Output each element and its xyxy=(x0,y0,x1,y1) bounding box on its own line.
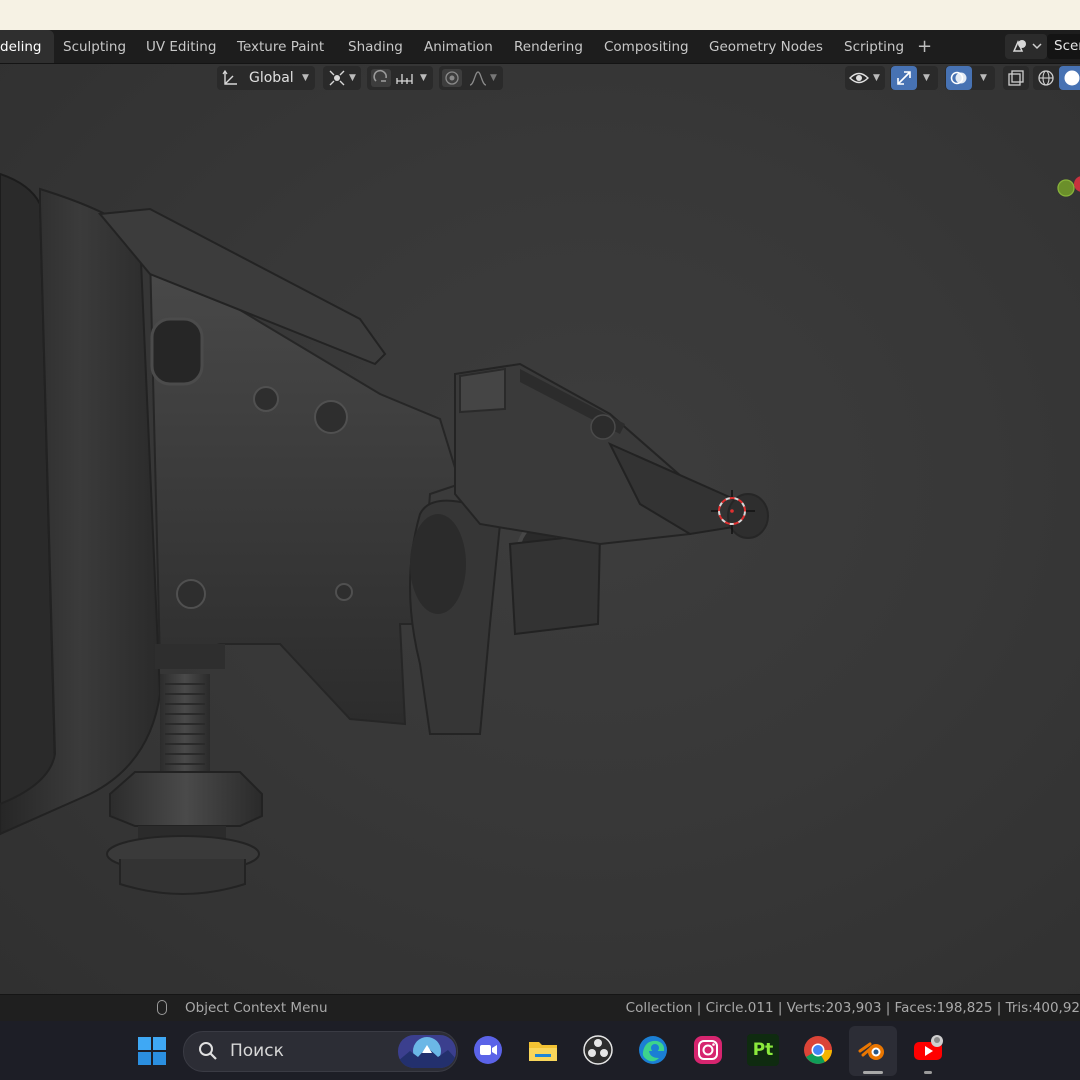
tab-texture-paint[interactable]: Texture Paint xyxy=(237,30,324,63)
file-explorer-icon[interactable] xyxy=(527,1034,559,1066)
scene-name-field[interactable]: Scen xyxy=(1047,34,1080,59)
rifle-3d-model[interactable] xyxy=(0,64,1080,994)
tab-geometry-nodes[interactable]: Geometry Nodes xyxy=(709,30,823,63)
running-indicator xyxy=(924,1071,932,1074)
scene-selector-button[interactable] xyxy=(1005,34,1047,59)
scene-icon xyxy=(1012,40,1042,52)
windows-taskbar: Поиск Pt xyxy=(0,1021,1080,1080)
add-workspace-button[interactable]: + xyxy=(917,30,932,64)
search-placeholder: Поиск xyxy=(230,1041,284,1061)
tab-shading[interactable]: Shading xyxy=(348,30,403,63)
mouse-right-click-icon xyxy=(157,1000,167,1015)
obs-studio-icon[interactable] xyxy=(582,1034,614,1066)
search-highlight-image xyxy=(398,1035,456,1068)
tab-scripting[interactable]: Scripting xyxy=(844,30,904,63)
taskbar-search-box[interactable]: Поиск xyxy=(183,1031,458,1072)
window-top-strip xyxy=(0,0,1080,30)
blender-icon[interactable] xyxy=(857,1034,889,1066)
tab-sculpting[interactable]: Sculpting xyxy=(63,30,126,63)
tab-modeling[interactable]: deling xyxy=(0,30,54,63)
tab-rendering[interactable]: Rendering xyxy=(514,30,583,63)
edge-icon[interactable] xyxy=(637,1034,669,1066)
zoom-meeting-icon[interactable] xyxy=(472,1034,504,1066)
instagram-icon[interactable] xyxy=(692,1034,724,1066)
windows-start-icon[interactable] xyxy=(137,1036,167,1066)
active-indicator xyxy=(863,1071,883,1074)
status-bar: Object Context Menu Collection | Circle.… xyxy=(0,994,1080,1021)
pt-icon[interactable]: Pt xyxy=(747,1034,779,1066)
tab-animation[interactable]: Animation xyxy=(424,30,493,63)
tab-uv-editing[interactable]: UV Editing xyxy=(146,30,216,63)
chrome-icon[interactable] xyxy=(802,1034,834,1066)
workspace-tab-bar: deling Sculpting UV Editing Texture Pain… xyxy=(0,30,1080,64)
status-hint: Object Context Menu xyxy=(185,1000,328,1016)
youtube-icon[interactable] xyxy=(912,1034,944,1066)
search-icon xyxy=(199,1042,217,1060)
scene-statistics: Collection | Circle.011 | Verts:203,903 … xyxy=(625,1000,1080,1016)
tab-compositing[interactable]: Compositing xyxy=(604,30,689,63)
3d-viewport[interactable]: Global ▼ ▼ ▼ ▼ ▼ ▼ ▼ xyxy=(0,64,1080,994)
